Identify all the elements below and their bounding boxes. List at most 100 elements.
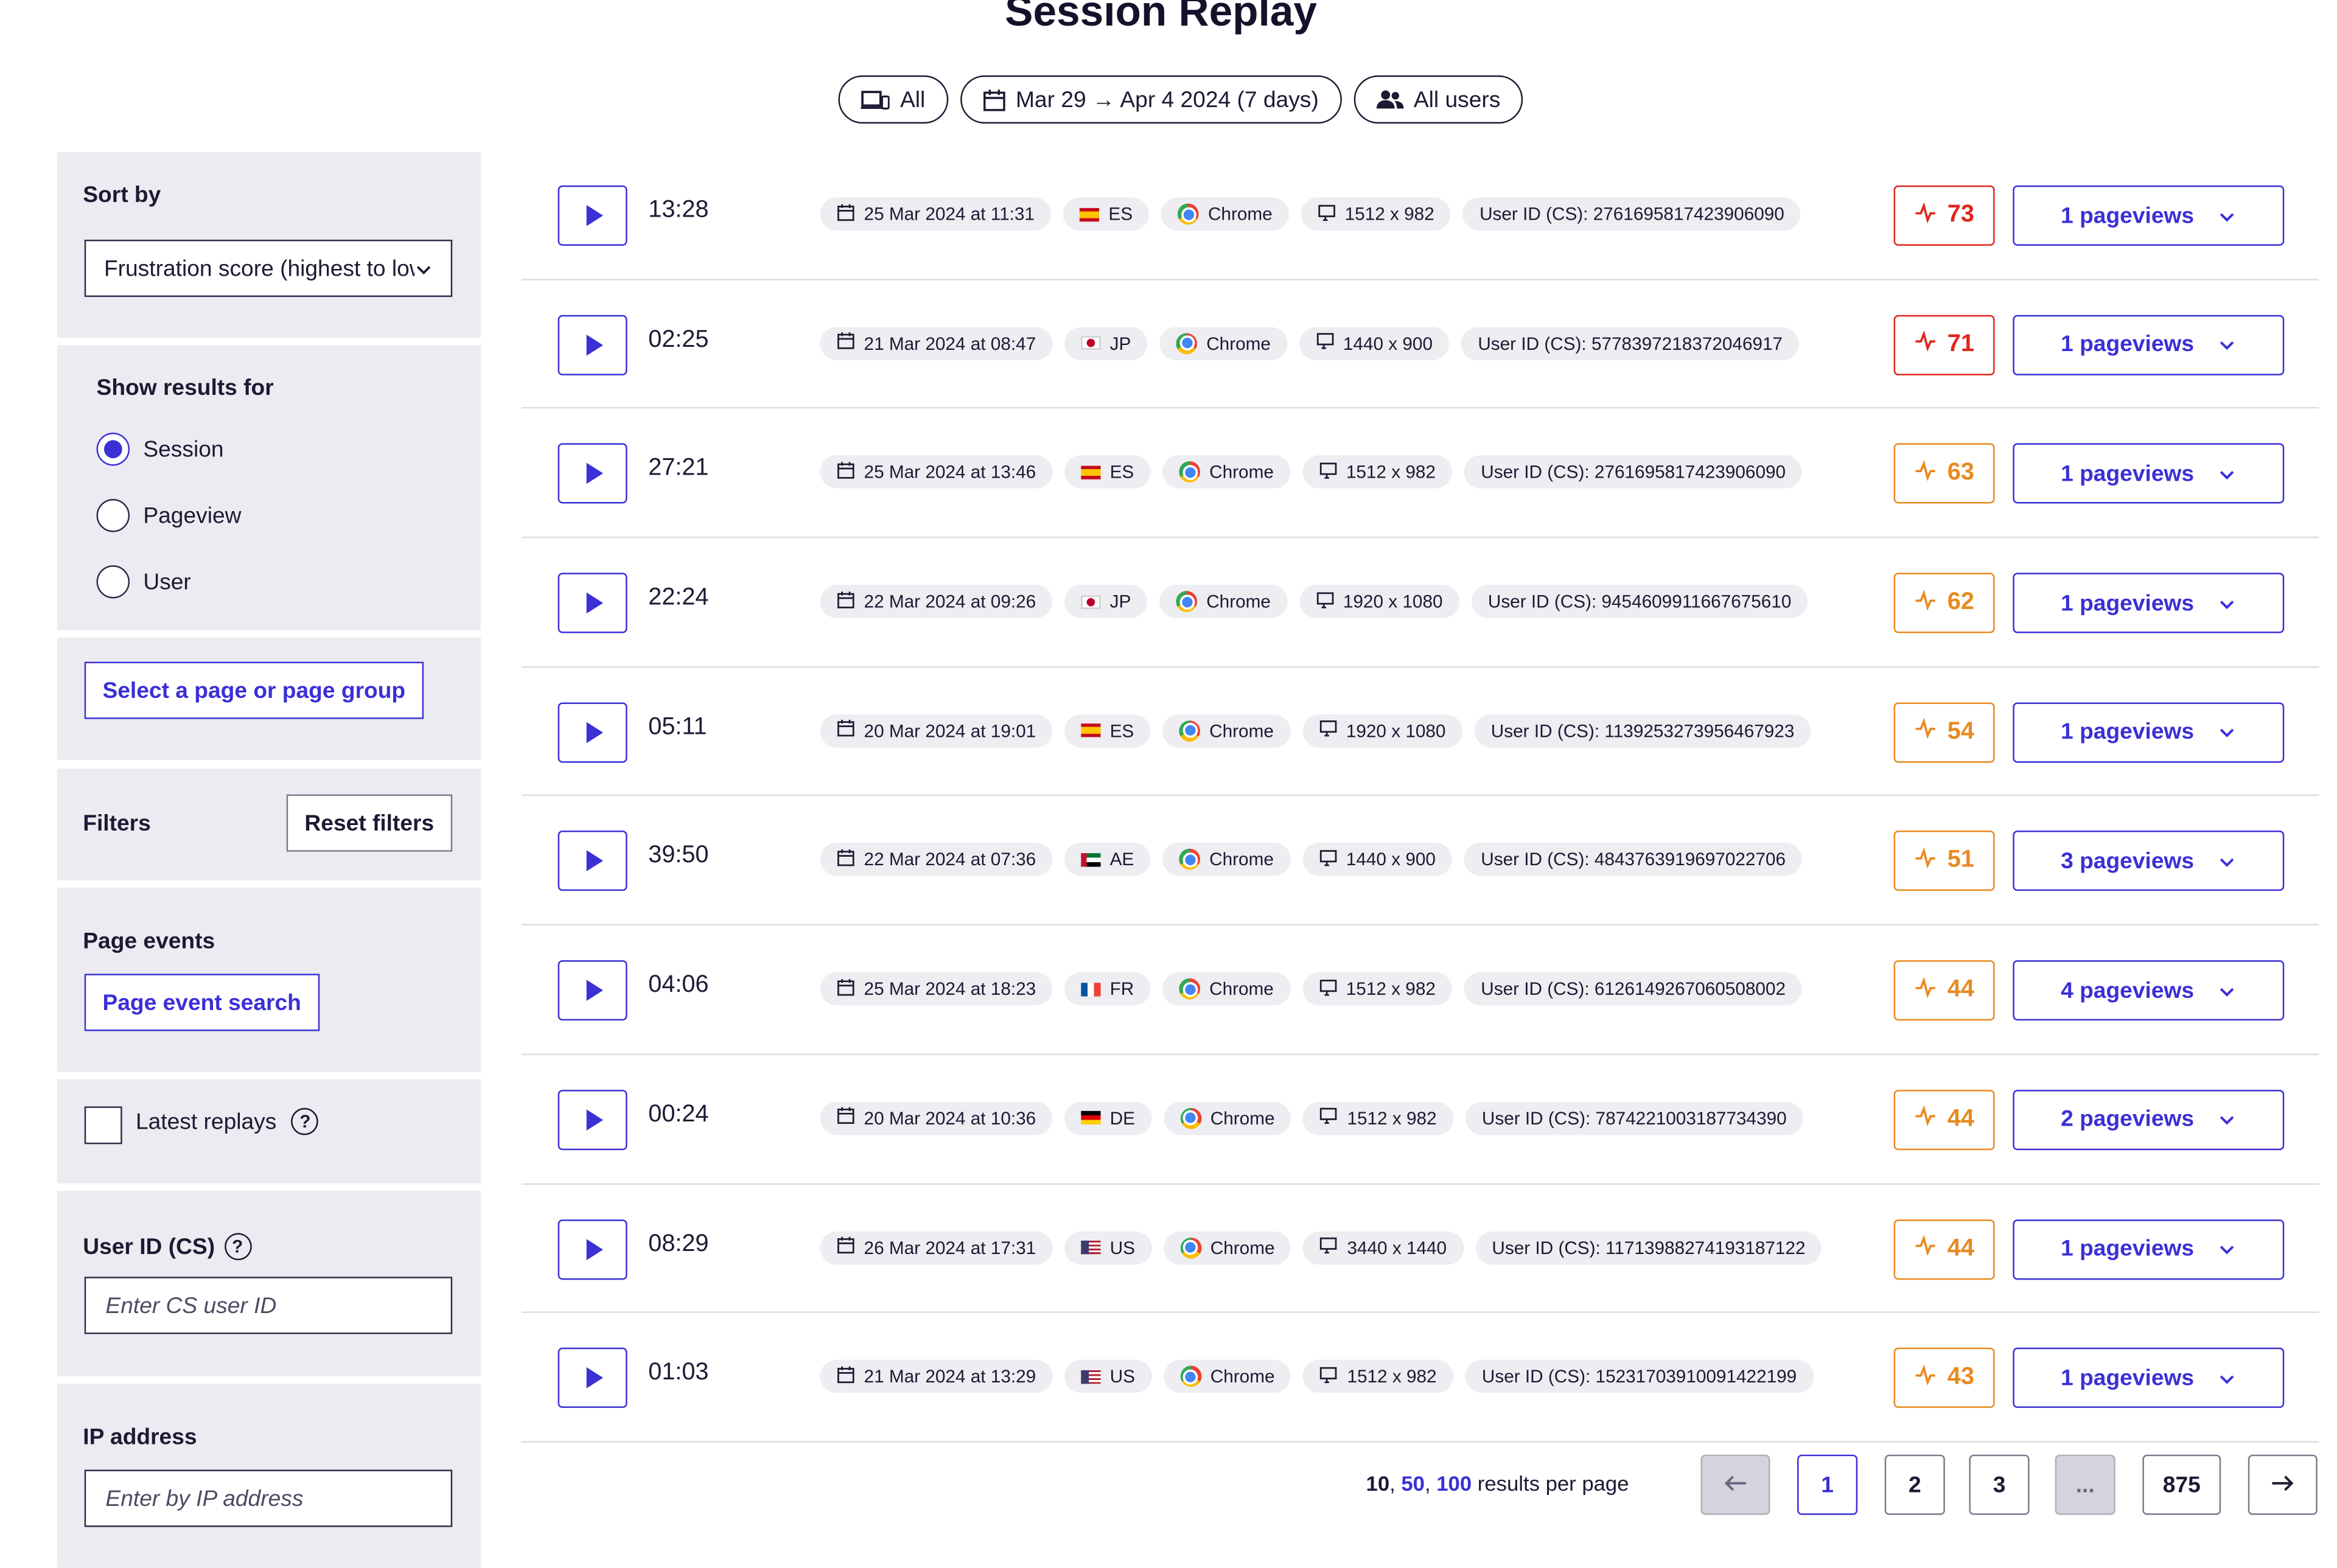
browser-name: Chrome (1209, 978, 1274, 1000)
radio-session[interactable]: Session (96, 433, 224, 466)
previous-page-button[interactable] (1700, 1454, 1770, 1515)
session-tags: 22 Mar 2024 at 07:36 AE Chrome 1440 x 90… (820, 843, 1803, 877)
user-id-tag: User ID (CS): 15231703910091422199 (1465, 1360, 1814, 1393)
pageviews-dropdown[interactable]: 1 pageviews (2013, 573, 2285, 633)
pageviews-dropdown[interactable]: 1 pageviews (2013, 1218, 2285, 1280)
session-tags: 20 Mar 2024 at 19:01 ES Chrome 1920 x 10… (820, 714, 1811, 748)
session-duration: 00:24 (648, 1101, 709, 1127)
pageviews-dropdown[interactable]: 4 pageviews (2013, 960, 2285, 1021)
pageviews-dropdown[interactable]: 1 pageviews (2013, 444, 2285, 504)
screen-resolution: 1512 x 982 (1347, 1107, 1437, 1129)
latest-replays-checkbox[interactable] (84, 1106, 122, 1145)
resolution-tag: 3440 x 1440 (1303, 1230, 1464, 1264)
page-1-button[interactable]: 1 (1797, 1454, 1858, 1515)
play-button[interactable] (557, 702, 627, 762)
country-tag: AE (1064, 843, 1151, 877)
play-button[interactable] (557, 315, 627, 375)
pageviews-label: 1 pageviews (2061, 461, 2195, 487)
help-icon[interactable]: ? (223, 1233, 251, 1261)
play-button[interactable] (557, 1348, 627, 1409)
frustration-icon (1914, 459, 1935, 488)
monitor-icon (1319, 978, 1337, 1000)
page-2-button[interactable]: 2 (1884, 1454, 1945, 1515)
frustration-icon (1914, 588, 1935, 618)
pageviews-dropdown[interactable]: 1 pageviews (2013, 315, 2285, 375)
session-date: 25 Mar 2024 at 18:23 (864, 978, 1036, 1000)
reset-filters-button[interactable]: Reset filters (286, 794, 452, 852)
country-code: DE (1109, 1107, 1135, 1129)
pageviews-dropdown[interactable]: 1 pageviews (2013, 702, 2285, 762)
user-id-value: User ID (CS): 2761695817423906090 (1479, 203, 1784, 225)
play-button[interactable] (557, 185, 627, 246)
date-tag: 22 Mar 2024 at 09:26 (820, 585, 1053, 618)
sort-by-select[interactable]: Frustration score (highest to lowest) (84, 239, 453, 298)
select-page-button[interactable]: Select a page or page group (84, 661, 424, 719)
radio-pageview[interactable]: Pageview (96, 499, 242, 532)
chrome-icon (1178, 203, 1200, 225)
user-id-input[interactable]: Enter CS user ID (84, 1277, 453, 1334)
session-row: 27:21 25 Mar 2024 at 13:46 ES Chrome 151… (522, 409, 2319, 538)
session-date: 26 Mar 2024 at 17:31 (864, 1236, 1036, 1258)
next-page-button[interactable] (2248, 1454, 2318, 1515)
frustration-icon (1914, 718, 1935, 747)
session-row: 05:11 20 Mar 2024 at 19:01 ES Chrome 192… (522, 667, 2319, 797)
help-icon[interactable]: ? (292, 1107, 319, 1135)
frustration-icon (1914, 847, 1935, 876)
play-button[interactable] (557, 960, 627, 1021)
per-page-100[interactable]: 100 (1436, 1471, 1472, 1496)
user-id-value: User ID (CS): 2761695817423906090 (1481, 462, 1786, 483)
per-page-10[interactable]: 10 (1366, 1471, 1390, 1496)
play-button[interactable] (557, 1218, 627, 1280)
session-date: 21 Mar 2024 at 08:47 (864, 332, 1036, 354)
country-flag-icon (1081, 1370, 1101, 1384)
session-duration: 27:21 (648, 456, 709, 482)
play-button[interactable] (557, 831, 627, 892)
users-icon (1375, 89, 1403, 110)
ip-address-input[interactable]: Enter by IP address (84, 1469, 453, 1527)
radio-button-selected[interactable] (96, 433, 130, 466)
radio-user[interactable]: User (96, 565, 191, 599)
pageviews-dropdown[interactable]: 3 pageviews (2013, 831, 2285, 892)
user-id-value: User ID (CS): 11713988274193187122 (1492, 1236, 1806, 1258)
calendar-icon (837, 590, 855, 613)
pageviews-label: 1 pageviews (2061, 203, 2195, 229)
play-button[interactable] (557, 444, 627, 504)
device-filter-chip[interactable]: All (838, 75, 948, 124)
resolution-tag: 1440 x 900 (1302, 843, 1453, 877)
pageviews-dropdown[interactable]: 2 pageviews (2013, 1089, 2285, 1150)
screen-resolution: 1440 x 900 (1346, 849, 1436, 871)
browser-name: Chrome (1207, 203, 1273, 225)
pageviews-dropdown[interactable]: 1 pageviews (2013, 185, 2285, 246)
session-duration: 13:28 (648, 197, 709, 223)
session-row: 04:06 25 Mar 2024 at 18:23 FR Chrome 151… (522, 925, 2319, 1055)
frustration-icon (1914, 330, 1935, 359)
frustration-score: 71 (1893, 315, 1995, 375)
play-button[interactable] (557, 1089, 627, 1150)
chevron-down-icon (414, 256, 433, 281)
pageviews-dropdown[interactable]: 1 pageviews (2013, 1348, 2285, 1409)
frustration-icon (1914, 1364, 1935, 1392)
resolution-tag: 1440 x 900 (1299, 326, 1450, 360)
filters-label: Filters (83, 810, 151, 837)
session-tags: 20 Mar 2024 at 10:36 DE Chrome 1512 x 98… (820, 1101, 1803, 1135)
page-event-search-button[interactable]: Page event search (84, 974, 320, 1031)
session-tags: 25 Mar 2024 at 18:23 FR Chrome 1512 x 98… (820, 972, 1803, 1006)
chrome-icon (1180, 1107, 1201, 1129)
user-segment-label: All users (1413, 86, 1501, 113)
date-range-chip[interactable]: Mar 29 → Apr 4 2024 (7 days) (960, 75, 1341, 124)
date-tag: 25 Mar 2024 at 11:31 (820, 197, 1052, 231)
radio-pageview-label: Pageview (143, 503, 242, 529)
page-875-button[interactable]: 875 (2142, 1454, 2221, 1515)
session-duration: 22:24 (648, 585, 709, 611)
page-3-button[interactable]: 3 (1969, 1454, 2030, 1515)
per-page-50[interactable]: 50 (1401, 1471, 1425, 1496)
frustration-score-value: 63 (1947, 460, 1974, 486)
country-tag: US (1064, 1230, 1152, 1264)
resolution-tag: 1920 x 1080 (1302, 714, 1462, 748)
country-tag: ES (1064, 714, 1151, 748)
radio-button[interactable] (96, 499, 130, 532)
play-button[interactable] (557, 573, 627, 633)
user-id-tag: User ID (CS): 4843763919697022706 (1464, 843, 1803, 877)
user-segment-chip[interactable]: All users (1353, 75, 1523, 124)
radio-button[interactable] (96, 565, 130, 599)
